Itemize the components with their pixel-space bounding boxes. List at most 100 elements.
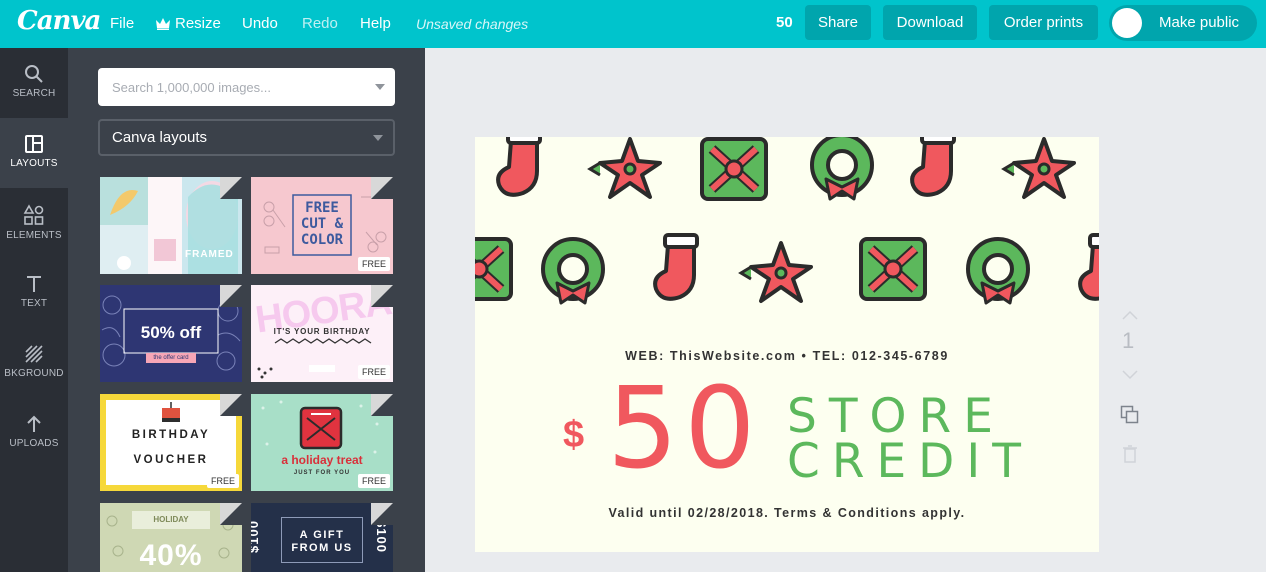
make-public-label: Make public xyxy=(1159,14,1240,31)
layouts-panel: Canva layouts FRAMED xyxy=(68,48,425,572)
framed-title: FRAMED xyxy=(185,249,234,260)
price-indicator: 50 xyxy=(776,14,793,31)
from-us-line: FROM US xyxy=(291,542,353,554)
free-badge: FREE xyxy=(206,474,239,488)
resize-menu[interactable]: Resize xyxy=(155,15,221,32)
holiday-treat-title: a holiday treat xyxy=(281,453,363,467)
poinsettia-icon xyxy=(1002,137,1076,199)
stocking-icon xyxy=(496,137,542,197)
move-page-up-icon[interactable] xyxy=(1122,310,1138,320)
page-number: 1 xyxy=(1122,328,1135,353)
rail-item-background[interactable]: BKGROUND xyxy=(0,328,68,398)
wreath-icon xyxy=(966,237,1030,305)
page-curl xyxy=(220,177,242,199)
rail-item-elements[interactable]: ELEMENTS xyxy=(0,188,68,258)
layout-thumb-birthday-voucher[interactable]: BIRTHDAY VOUCHER FREE xyxy=(100,394,242,491)
credit-word[interactable]: CREDIT xyxy=(787,438,1087,485)
layout-thumb-holiday-treat[interactable]: a holiday treat JUST FOR YOU FREE xyxy=(251,394,393,491)
layouts-icon xyxy=(25,135,43,153)
page-curl xyxy=(371,177,393,199)
share-button[interactable]: Share xyxy=(805,5,871,40)
layout-thumb-hooray[interactable]: HOORAY! IT'S YOUR BIRTHDAY FREE xyxy=(251,285,393,382)
rail-label-search: SEARCH xyxy=(12,88,56,99)
gift-icon xyxy=(861,239,925,299)
design-canvas[interactable]: WEB: ThisWebsite.com • TEL: 012-345-6789… xyxy=(475,137,1099,552)
forty-percent: 40% xyxy=(139,539,203,572)
layout-thumb-gift-from-us[interactable]: $100 $100 A GIFT FROM US xyxy=(251,503,393,572)
crown-icon xyxy=(156,18,170,30)
wreath-icon xyxy=(810,137,874,201)
a-gift-line: A GIFT xyxy=(299,529,345,541)
delete-page-icon[interactable] xyxy=(1122,445,1138,463)
free-badge: FREE xyxy=(357,257,390,271)
free-badge: FREE xyxy=(357,474,390,488)
rail-label-layouts: LAYOUTS xyxy=(10,158,58,169)
rail-item-text[interactable]: TEXT xyxy=(0,258,68,328)
page-curl xyxy=(371,503,393,525)
rail-item-uploads[interactable]: UPLOADS xyxy=(0,398,68,468)
gift-icon xyxy=(475,239,511,299)
shapes-icon xyxy=(23,204,44,225)
text-icon xyxy=(27,276,41,292)
upload-arrow-icon xyxy=(27,415,41,432)
gift-title: A GIFT FROM US xyxy=(281,529,363,555)
layout-thumb-fifty-off[interactable]: 50% off the offer card xyxy=(100,285,242,382)
rail-label-background: BKGROUND xyxy=(4,368,64,379)
free-word: FREE xyxy=(305,200,339,216)
duplicate-page-icon[interactable] xyxy=(1120,405,1140,425)
rail-label-elements: ELEMENTS xyxy=(6,230,62,241)
layout-thumb-framed[interactable]: FRAMED xyxy=(100,177,242,274)
image-search-box xyxy=(98,68,395,106)
redo-button[interactable]: Redo xyxy=(302,15,338,32)
rail-label-text: TEXT xyxy=(20,298,48,309)
stocking-icon xyxy=(1078,233,1099,301)
poinsettia-icon xyxy=(739,241,813,303)
hundred-left: $100 xyxy=(251,520,261,553)
page-curl xyxy=(371,394,393,416)
order-prints-button[interactable]: Order prints xyxy=(989,5,1098,40)
page-curl xyxy=(371,285,393,307)
stocking-icon xyxy=(910,137,956,197)
layout-category-select[interactable]: Canva layouts xyxy=(98,119,395,156)
save-status: Unsaved changes xyxy=(416,16,529,32)
birthday-word: BIRTHDAY xyxy=(131,429,211,441)
stocking-icon xyxy=(653,233,699,301)
fifty-off-title: 50% off xyxy=(140,323,202,342)
gift-icon xyxy=(702,139,766,199)
top-bar: Canva File Resize Undo Redo Help Unsaved… xyxy=(0,0,1266,48)
cut-word: CUT & xyxy=(300,216,344,232)
make-public-toggle[interactable]: Make public xyxy=(1109,5,1257,41)
image-search-input[interactable] xyxy=(98,68,358,106)
page-curl xyxy=(220,394,242,416)
canva-logo[interactable]: Canva xyxy=(17,6,101,36)
file-menu[interactable]: File xyxy=(110,15,134,32)
download-button[interactable]: Download xyxy=(883,5,977,40)
validity-line[interactable]: Valid until 02/28/2018. Terms & Conditio… xyxy=(475,506,1099,520)
contact-line[interactable]: WEB: ThisWebsite.com • TEL: 012-345-6789 xyxy=(475,349,1099,363)
move-page-down-icon[interactable] xyxy=(1122,370,1138,380)
left-rail: SEARCH LAYOUTS ELEMENTS TEXT BKGROUND UP… xyxy=(0,48,68,572)
credit-amount[interactable]: 50 xyxy=(607,373,762,485)
chevron-down-icon xyxy=(373,135,383,141)
layout-category-value: Canva layouts xyxy=(112,129,208,146)
rail-item-layouts[interactable]: LAYOUTS xyxy=(0,118,68,188)
resize-label: Resize xyxy=(175,15,221,32)
layout-thumb-free-cut-color[interactable]: FREE CUT & COLOR FREE xyxy=(251,177,393,274)
store-word[interactable]: STORE xyxy=(787,393,1087,440)
holiday-word: HOLIDAY xyxy=(153,515,189,524)
dollar-sign[interactable]: $ xyxy=(563,414,584,457)
voucher-word: VOUCHER xyxy=(133,454,209,466)
page-curl xyxy=(220,503,242,525)
christmas-pattern xyxy=(475,137,1099,305)
layout-thumb-holiday-40[interactable]: HOLIDAY 40% xyxy=(100,503,242,572)
color-word: COLOR xyxy=(300,232,344,248)
wreath-icon xyxy=(541,237,605,305)
rail-label-uploads: UPLOADS xyxy=(9,438,59,449)
background-icon xyxy=(25,345,43,363)
poinsettia-icon xyxy=(588,137,662,199)
search-dropdown-caret-icon[interactable] xyxy=(375,84,385,90)
undo-button[interactable]: Undo xyxy=(242,15,278,32)
help-menu[interactable]: Help xyxy=(360,15,391,32)
rail-item-search[interactable]: SEARCH xyxy=(0,48,68,118)
free-cut-color-title: FREE CUT & COLOR xyxy=(293,200,351,248)
